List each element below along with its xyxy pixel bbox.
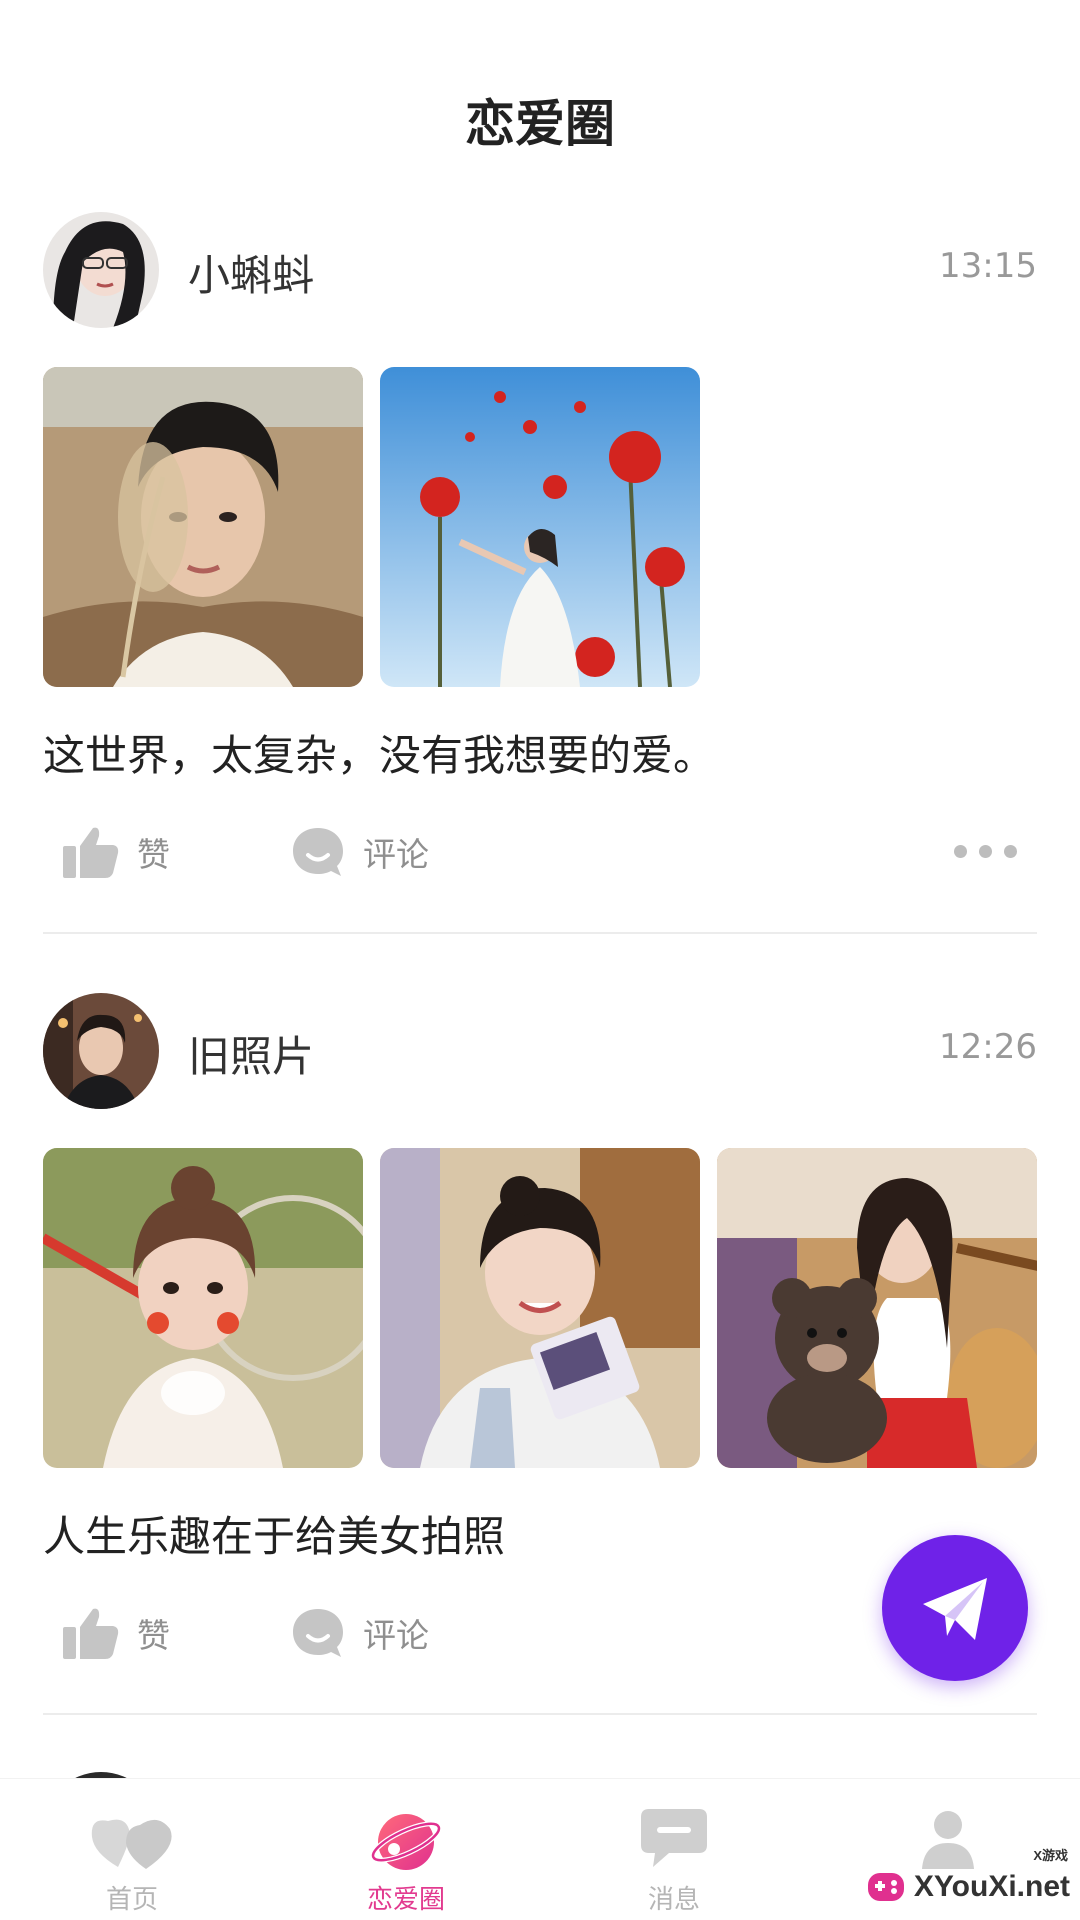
comment-icon [293,1609,343,1657]
post-image[interactable] [380,1148,700,1468]
thumbs-up-icon [63,827,119,878]
comment-icon [293,828,343,876]
gamepad-logo-icon [867,1873,904,1901]
watermark-text: XYouXi.net [913,1870,1070,1903]
post-text: 人生乐趣在于给美女拍照 [43,1512,506,1561]
post-image[interactable] [43,1148,363,1468]
post-card: 小蝌蚪 13:15 这世界，太复杂，没有我想要的爱。 赞 评论 [43,212,1037,878]
post-card: 旧照片 12:26 人生乐趣在于给美女拍照 赞 评论 [43,993,1037,1659]
site-watermark: XYouXi.net X游戏 [864,1848,1070,1915]
post-text: 这世界，太复杂，没有我想要的爱。 [43,731,716,780]
post-image[interactable] [717,1148,1037,1468]
tab-messages-label: 消息 [647,1885,700,1915]
post-time: 12:26 [939,1027,1037,1067]
tab-home[interactable]: 首页 [42,1779,222,1920]
watermark-small-text: X游戏 [1033,1848,1068,1863]
post-image[interactable] [43,367,363,687]
like-label: 赞 [137,1616,170,1655]
comment-button[interactable]: 评论 [291,1598,429,1668]
post-images [43,367,1037,687]
post-images [43,1148,1037,1468]
page-title: 恋爱圈 [465,95,615,153]
divider [43,932,1037,934]
like-button[interactable]: 赞 [63,1598,170,1668]
comment-label: 评论 [363,835,429,874]
post-header: 小蝌蚪 13:15 [43,212,1037,328]
more-options-icon[interactable] [954,845,1017,858]
planet-icon [370,1814,442,1870]
tab-love-circle[interactable]: 恋爱圈 [316,1779,496,1920]
comment-label: 评论 [363,1616,429,1655]
post-time: 13:15 [939,246,1037,286]
like-label: 赞 [137,835,170,874]
paper-plane-icon [923,1578,987,1640]
comment-button[interactable]: 评论 [291,817,429,887]
chat-bubble-icon [641,1809,707,1867]
post-username[interactable]: 小蝌蚪 [188,242,314,303]
thumbs-up-icon [63,1608,119,1659]
tab-home-label: 首页 [105,1885,158,1915]
love-circle-page: 恋爱圈 小蝌蚪 13:15 这世界，太复杂，没有我想要的爱。 赞 评论 旧照片 … [0,0,1080,1920]
divider [43,1713,1037,1715]
avatar[interactable] [43,993,159,1109]
header: 恋爱圈 [0,0,1080,200]
post-username[interactable]: 旧照片 [188,1023,314,1084]
like-button[interactable]: 赞 [63,817,170,887]
post-image[interactable] [380,367,700,687]
hearts-icon [91,1819,172,1869]
publish-button[interactable] [882,1535,1028,1681]
post-header: 旧照片 12:26 [43,993,1037,1109]
post-actions: 赞 评论 [43,817,1037,887]
avatar[interactable] [43,212,159,328]
bottom-tab-bar: 首页 恋爱圈 消息 XYouXi.net X游戏 [0,1778,1080,1920]
tab-love-circle-label: 恋爱圈 [366,1885,445,1915]
tab-messages[interactable]: 消息 [584,1779,764,1920]
